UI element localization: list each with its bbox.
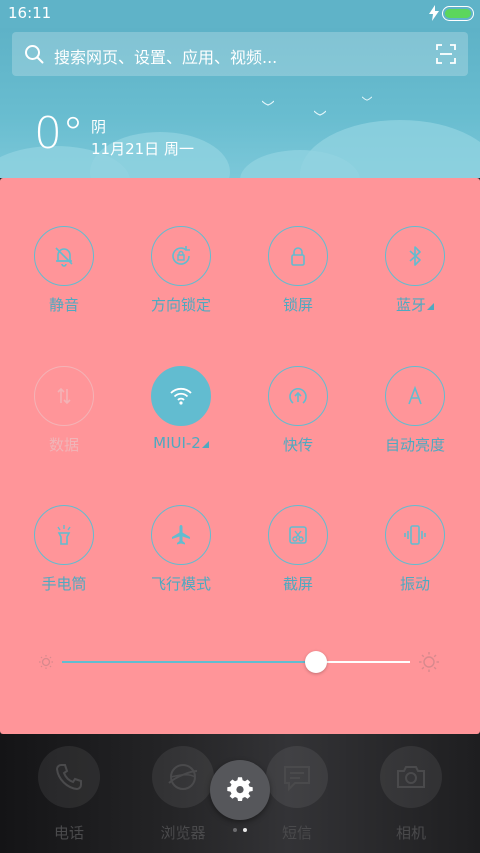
quick-toggles-panel: 静音 方向锁定 锁屏 蓝牙 数据 MIUI-2 快传 自动亮度 手电筒 飞行模式… xyxy=(0,178,480,734)
dock-label: 电话 xyxy=(53,824,84,842)
weather-header: 搜索网页、设置、应用、视频... 0° 阴 11月21日 周一 xyxy=(0,28,480,178)
dock-app-camera[interactable]: 相机 xyxy=(356,734,466,853)
toggle-auto-brightness[interactable]: 自动亮度 xyxy=(357,366,473,466)
battery-fill xyxy=(445,9,471,18)
toggle-lock-screen[interactable]: 锁屏 xyxy=(240,226,356,326)
brightness-thumb[interactable] xyxy=(305,651,327,673)
airplane-icon xyxy=(151,505,211,565)
dock-label: 浏览器 xyxy=(160,824,206,842)
status-bar: 16:11 xyxy=(0,0,480,28)
toggle-label: 蓝牙 xyxy=(357,294,473,315)
battery-icon xyxy=(442,6,474,21)
wifi-icon xyxy=(151,366,211,426)
auto-brightness-icon xyxy=(385,366,445,426)
brightness-fill xyxy=(62,661,316,663)
toggle-rotation-lock[interactable]: 方向锁定 xyxy=(123,226,239,326)
dock-app-phone[interactable]: 电话 xyxy=(14,734,124,853)
toggle-label: 数据 xyxy=(48,436,79,454)
bird-icon xyxy=(262,100,274,106)
toggle-label-text: MIUI-2 xyxy=(153,434,201,452)
toggle-quick-transfer[interactable]: 快传 xyxy=(240,366,356,466)
mobile-data-icon xyxy=(34,366,94,426)
bird-icon xyxy=(362,96,372,101)
search-icon xyxy=(25,45,44,64)
expand-arrow-icon xyxy=(201,441,209,448)
gear-icon xyxy=(227,777,253,801)
toggle-airplane-mode[interactable]: 飞行模式 xyxy=(123,505,239,605)
charging-icon xyxy=(429,5,439,21)
toggle-flashlight[interactable]: 手电筒 xyxy=(6,505,122,605)
toggle-label: 锁屏 xyxy=(282,296,313,314)
toggle-label: 快传 xyxy=(282,436,313,454)
home-dock: 电话 浏览器 短信 相机 xyxy=(0,734,480,853)
browser-icon xyxy=(152,746,214,808)
rotation-lock-icon xyxy=(151,226,211,286)
status-time: 16:11 xyxy=(8,4,52,22)
bluetooth-icon xyxy=(385,226,445,286)
toggle-label: 静音 xyxy=(48,296,79,314)
brightness-low-icon xyxy=(39,655,53,669)
weather-date: 11月21日 周一 xyxy=(91,140,194,158)
flashlight-icon xyxy=(34,505,94,565)
screenshot-icon xyxy=(268,505,328,565)
toggle-label: 方向锁定 xyxy=(150,296,211,314)
phone-icon xyxy=(38,746,100,808)
toggle-vibrate[interactable]: 振动 xyxy=(357,505,473,605)
toggle-label: 手电筒 xyxy=(41,575,87,593)
dock-label: 短信 xyxy=(281,824,312,842)
toggle-label-text: 蓝牙 xyxy=(395,296,426,314)
page-indicator-dot-active xyxy=(243,828,247,832)
scan-icon[interactable] xyxy=(436,44,456,64)
lock-icon xyxy=(268,226,328,286)
vibrate-icon xyxy=(385,505,445,565)
search-bar[interactable]: 搜索网页、设置、应用、视频... xyxy=(12,32,468,76)
toggle-wifi[interactable]: MIUI-2 xyxy=(123,366,239,466)
bird-icon xyxy=(314,110,326,116)
toggle-bluetooth[interactable]: 蓝牙 xyxy=(357,226,473,326)
toggle-label: 自动亮度 xyxy=(384,436,445,454)
brightness-control xyxy=(38,650,442,674)
toggle-mobile-data[interactable]: 数据 xyxy=(6,366,122,466)
toggle-label: 截屏 xyxy=(282,575,313,593)
weather-temperature[interactable]: 0° xyxy=(34,108,84,159)
brightness-high-icon xyxy=(419,652,439,672)
toggle-mute[interactable]: 静音 xyxy=(6,226,122,326)
search-input[interactable]: 搜索网页、设置、应用、视频... xyxy=(54,44,277,68)
toggle-label: 飞行模式 xyxy=(150,575,211,593)
page-indicator-dot xyxy=(233,828,237,832)
toggle-label: 振动 xyxy=(399,575,430,593)
settings-fab[interactable] xyxy=(210,760,270,820)
weather-condition: 阴 xyxy=(91,118,107,136)
message-icon xyxy=(266,746,328,808)
camera-icon xyxy=(380,746,442,808)
brightness-slider[interactable] xyxy=(62,651,410,673)
quick-transfer-icon xyxy=(268,366,328,426)
expand-arrow-icon xyxy=(427,303,434,310)
mute-bell-icon xyxy=(34,226,94,286)
dock-label: 相机 xyxy=(395,824,426,842)
toggle-label: MIUI-2 xyxy=(123,434,239,452)
toggle-screenshot[interactable]: 截屏 xyxy=(240,505,356,605)
